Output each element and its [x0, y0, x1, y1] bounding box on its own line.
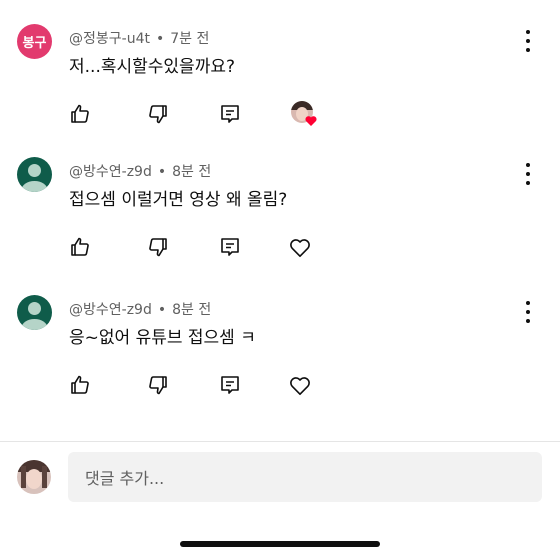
comment-actions [60, 369, 360, 401]
thumbs-up-icon[interactable] [64, 231, 96, 263]
comment-text: 응~없어 유튜브 접으셈 ㅋ [69, 328, 256, 348]
thumbs-down-icon[interactable] [142, 231, 174, 263]
comment-item: @방수연-z9d • 8분 전 접으셈 이럴거면 영상 왜 올림? [0, 157, 560, 287]
thumbs-up-icon[interactable] [64, 369, 96, 401]
more-vert-icon[interactable] [522, 301, 534, 323]
comment-meta: @방수연-z9d • 8분 전 [69, 161, 211, 181]
separator-dot: • [155, 31, 165, 47]
comment-author[interactable]: @방수연-z9d [69, 164, 152, 180]
heart-icon[interactable] [284, 231, 316, 263]
reply-icon[interactable] [214, 231, 246, 263]
separator-dot: • [157, 302, 167, 318]
default-avatar-icon [21, 302, 48, 330]
comment-item: @방수연-z9d • 8분 전 응~없어 유튜브 접으셈 ㅋ [0, 295, 560, 425]
comment-input[interactable]: 댓글 추가... [68, 452, 542, 502]
default-avatar-icon [21, 164, 48, 192]
comment-author[interactable]: @방수연-z9d [69, 302, 152, 318]
avatar[interactable]: 봉구 [17, 24, 52, 59]
comment-time: 8분 전 [172, 164, 212, 180]
thumbs-down-icon[interactable] [142, 369, 174, 401]
comment-actions [60, 231, 360, 263]
comment-text: 저...혹시할수있을까요? [69, 57, 235, 77]
comment-input-placeholder: 댓글 추가... [85, 469, 165, 488]
thumbs-up-icon[interactable] [64, 98, 96, 130]
comment-text: 접으셈 이럴거면 영상 왜 올림? [69, 190, 288, 210]
thumbs-down-icon[interactable] [142, 98, 174, 130]
comment-actions [60, 98, 360, 130]
divider [0, 441, 560, 442]
comment-author[interactable]: @정봉구-u4t [69, 31, 150, 47]
more-vert-icon[interactable] [522, 30, 534, 52]
comment-item: 봉구 @정봉구-u4t • 7분 전 저...혹시할수있을까요? [0, 24, 560, 154]
heart-icon[interactable] [284, 369, 316, 401]
avatar[interactable] [17, 295, 52, 330]
reply-icon[interactable] [214, 98, 246, 130]
more-vert-icon[interactable] [522, 163, 534, 185]
comment-meta: @방수연-z9d • 8분 전 [69, 299, 211, 319]
comment-meta: @정봉구-u4t • 7분 전 [69, 28, 209, 48]
creator-heart-icon [288, 98, 320, 130]
comment-time: 7분 전 [170, 31, 210, 47]
reply-icon[interactable] [214, 369, 246, 401]
user-avatar [17, 460, 51, 494]
separator-dot: • [157, 164, 167, 180]
home-indicator[interactable] [180, 541, 380, 547]
avatar-initials: 봉구 [22, 36, 47, 51]
comment-time: 8분 전 [172, 302, 212, 318]
avatar[interactable] [17, 157, 52, 192]
